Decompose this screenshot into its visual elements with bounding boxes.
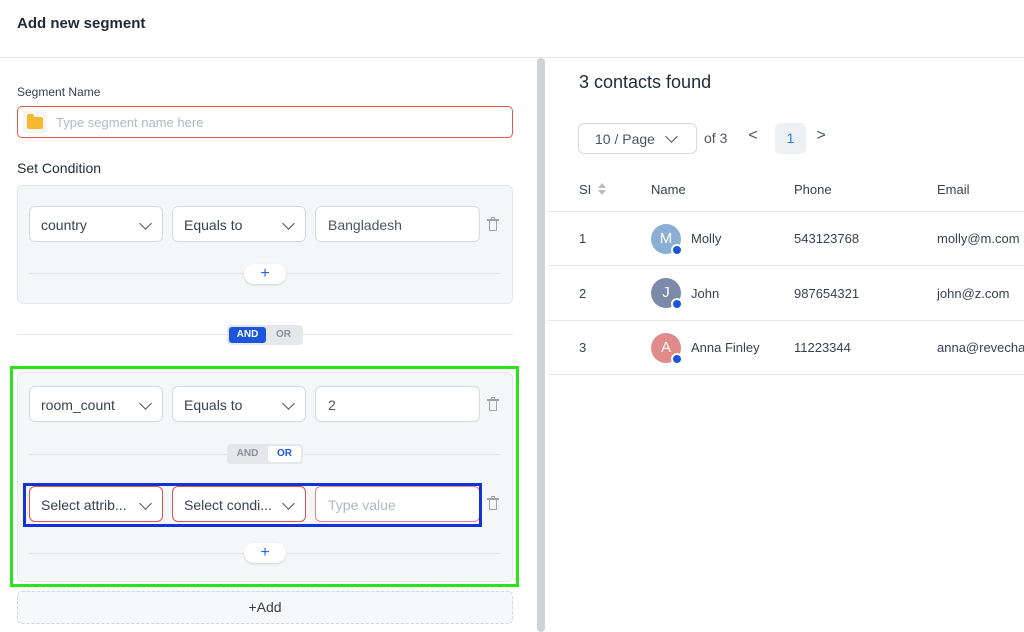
channel-badge-icon <box>671 298 683 310</box>
add-condition-button[interactable]: + <box>244 264 286 284</box>
row-divider <box>548 320 1024 321</box>
trash-icon[interactable] <box>487 217 499 232</box>
chevron-down-icon <box>139 217 152 230</box>
toggle-or[interactable]: OR <box>266 327 301 343</box>
toggle-and[interactable]: AND <box>229 327 266 343</box>
highlight-frame-group <box>10 366 519 587</box>
contact-email: john@z.com <box>937 286 1010 301</box>
total-pages: of 3 <box>704 130 728 146</box>
set-condition-label: Set Condition <box>17 160 102 176</box>
channel-badge-icon <box>671 244 683 256</box>
contact-name: Molly <box>691 231 722 246</box>
contact-phone: 987654321 <box>794 286 860 301</box>
avatar-initial: J <box>662 284 670 301</box>
chevron-down-icon <box>665 130 678 143</box>
value-input[interactable]: Bangladesh <box>315 206 480 242</box>
page-size-select[interactable]: 10 / Page <box>578 123 697 154</box>
condition-group-1 <box>17 185 513 304</box>
row-sl: 1 <box>579 231 587 246</box>
row-divider <box>548 374 1024 375</box>
sort-icon[interactable] <box>598 182 606 196</box>
chevron-down-icon <box>282 217 295 230</box>
avatar-initial: A <box>660 339 671 356</box>
folder-icon-box <box>23 111 47 133</box>
contact-phone: 543123768 <box>794 231 860 246</box>
attribute-value: country <box>41 217 87 233</box>
attribute-select[interactable]: country <box>29 206 163 242</box>
folder-icon <box>27 114 43 129</box>
channel-badge-icon <box>671 353 683 365</box>
add-group-button[interactable]: +Add <box>17 591 513 624</box>
avatar: J <box>651 278 683 310</box>
highlight-frame-row <box>23 483 482 527</box>
column-header-email: Email <box>937 182 970 197</box>
prev-page-button[interactable]: < <box>746 127 760 145</box>
contact-email: anna@revecha <box>937 340 1024 355</box>
condition-select[interactable]: Equals to <box>172 206 306 242</box>
avatar-initial: M <box>659 230 673 247</box>
column-header-sl: SI <box>579 182 592 197</box>
contact-email: molly@m.com <box>937 231 1020 246</box>
contact-name: John <box>691 286 720 301</box>
row-divider <box>548 265 1024 266</box>
segment-name-field[interactable] <box>17 106 513 138</box>
group-and-or-toggle[interactable]: AND OR <box>227 325 303 345</box>
segment-name-input[interactable] <box>56 113 496 131</box>
page-header: Add new segment <box>0 0 1024 58</box>
avatar: A <box>651 333 683 365</box>
page-size-value: 10 / Page <box>595 131 655 147</box>
scrollbar-thumb[interactable] <box>537 58 545 632</box>
row-sl: 2 <box>579 286 587 301</box>
column-header-name: Name <box>651 182 686 197</box>
avatar: M <box>651 224 683 256</box>
row-sl: 3 <box>579 340 587 355</box>
current-page[interactable]: 1 <box>775 123 806 154</box>
row-divider <box>548 211 1024 212</box>
condition-value: Equals to <box>184 217 243 233</box>
contact-phone: 11223344 <box>794 340 851 355</box>
next-page-button[interactable]: > <box>814 127 828 145</box>
segment-name-label: Segment Name <box>17 85 101 99</box>
page-title: Add new segment <box>17 15 146 32</box>
value-text: Bangladesh <box>328 217 402 233</box>
contacts-found-count: 3 contacts found <box>579 72 712 92</box>
contact-name: Anna Finley <box>691 340 760 355</box>
column-header-phone: Phone <box>794 182 832 197</box>
